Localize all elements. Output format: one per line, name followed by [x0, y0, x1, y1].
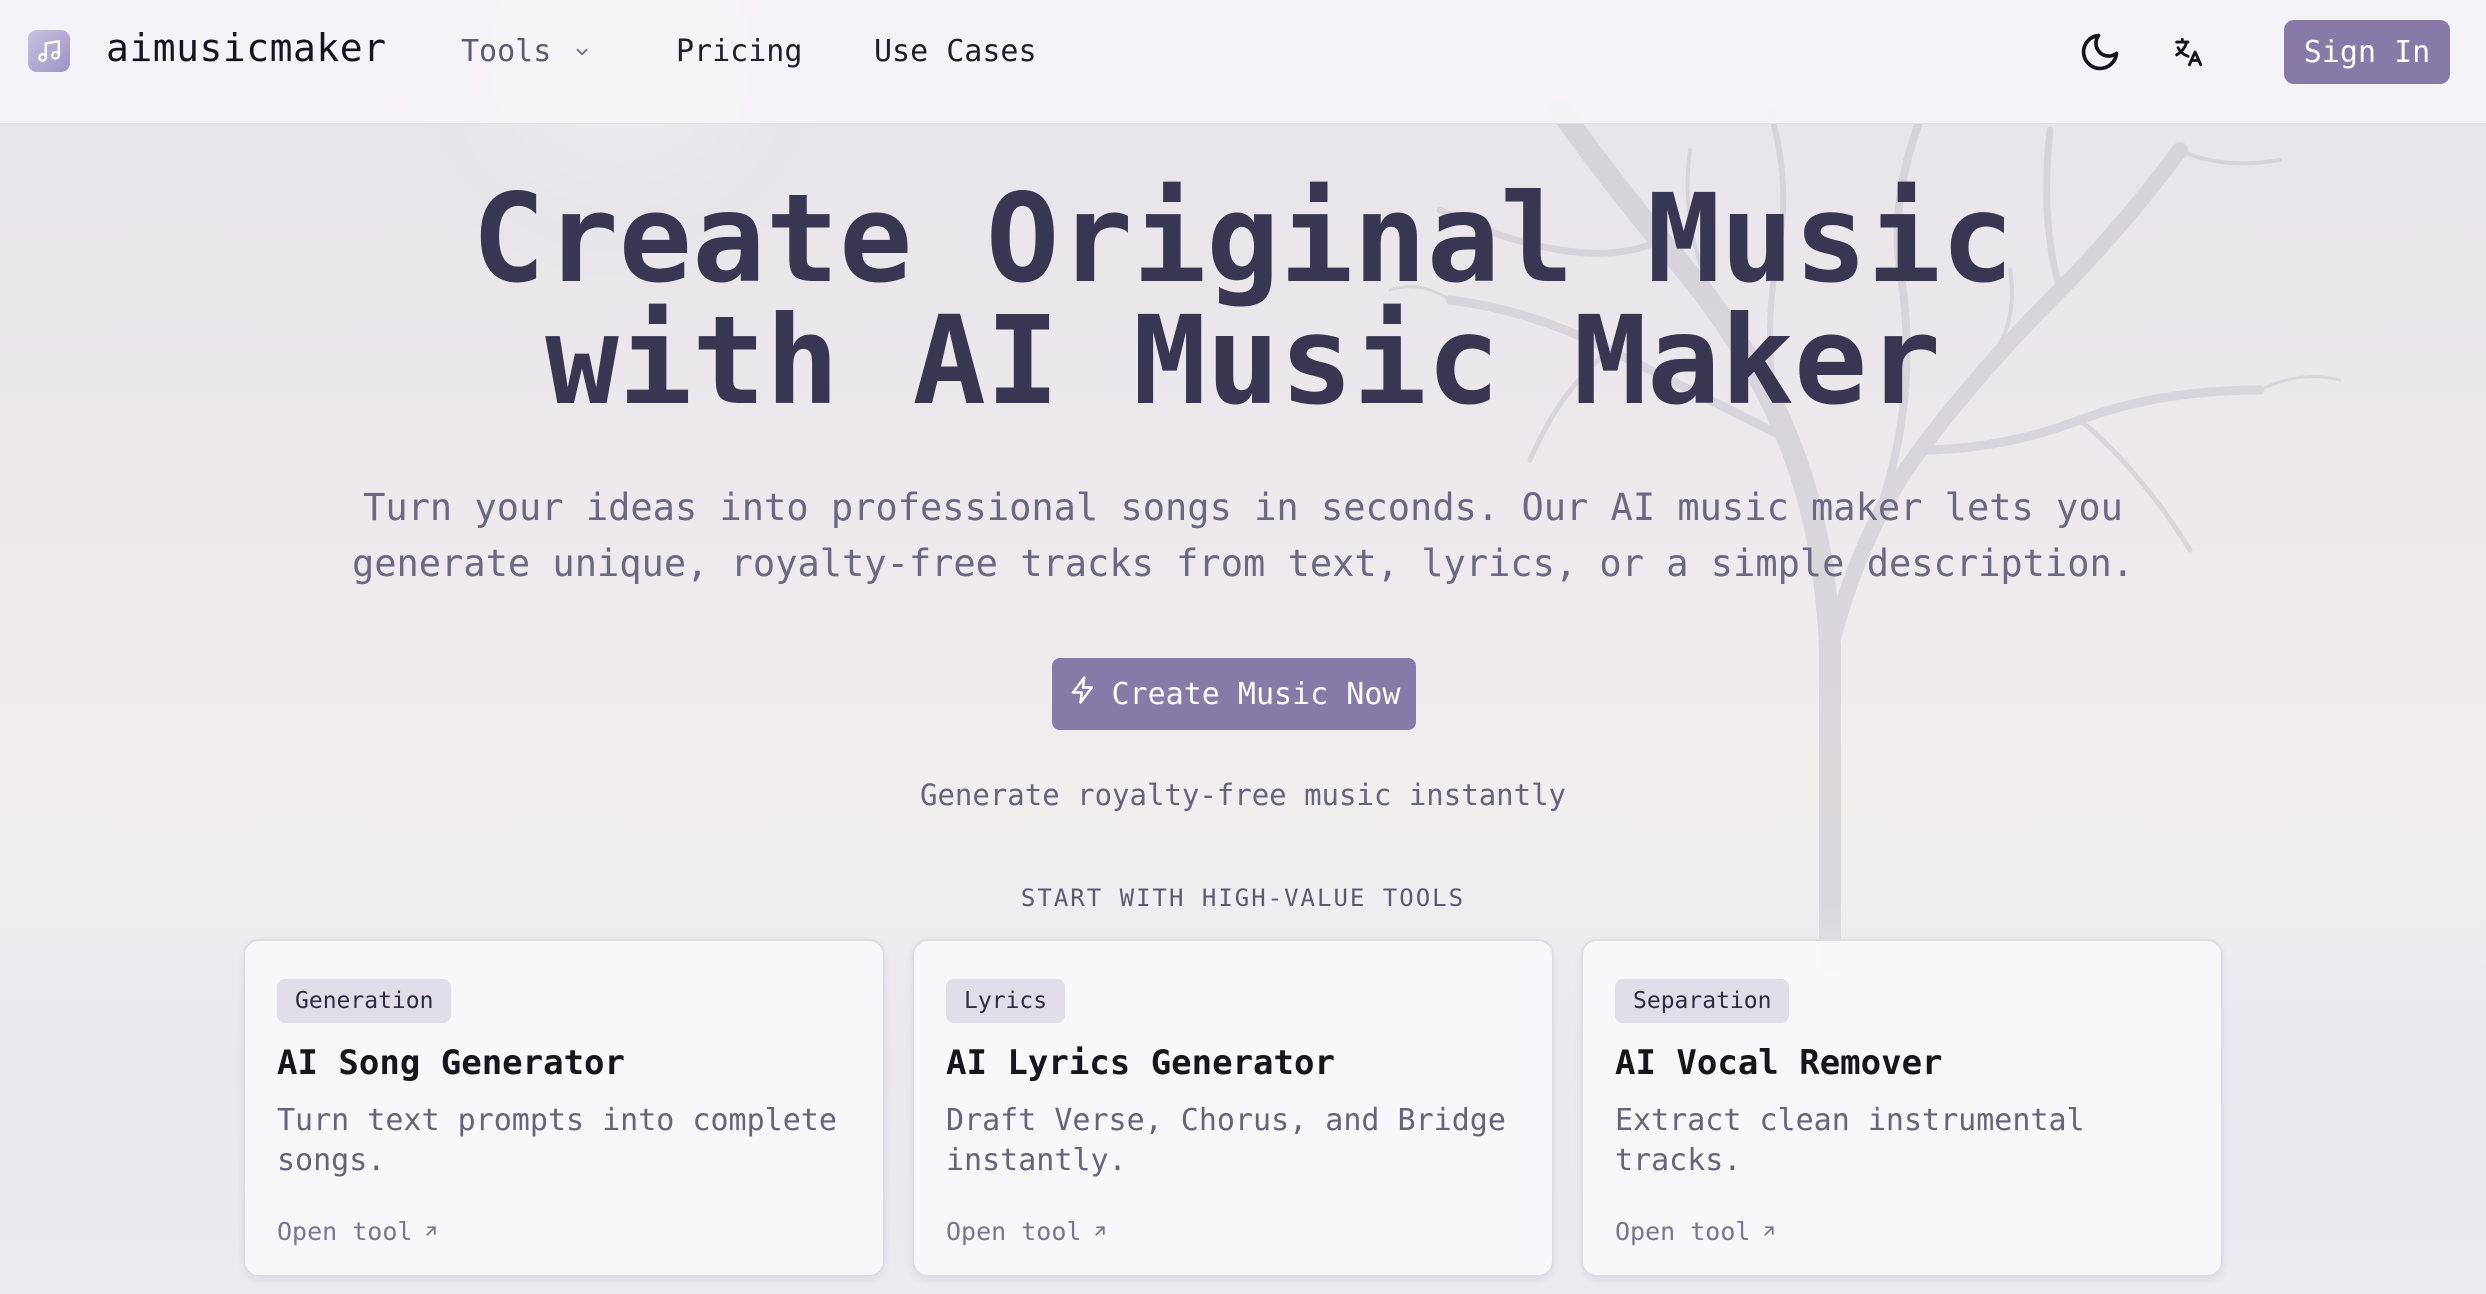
card-description: Turn text prompts into complete songs.: [277, 1103, 837, 1178]
open-tool-link[interactable]: Open tool: [1615, 1217, 1778, 1246]
nav-tools-dropdown[interactable]: Tools: [461, 34, 591, 69]
create-music-now-button[interactable]: Create Music Now: [1052, 658, 1416, 730]
brand-logo-text[interactable]: aimusicmaker: [106, 26, 387, 70]
open-tool-link[interactable]: Open tool: [277, 1217, 440, 1246]
arrow-up-right-icon: [1760, 1217, 1778, 1246]
hero-subtitle-line-1: Turn your ideas into professional songs …: [363, 486, 2123, 529]
card-badge: Lyrics: [946, 979, 1066, 1023]
hero-title-line-2: with AI Music Maker: [545, 290, 1941, 432]
moon-icon[interactable]: [2076, 28, 2124, 76]
tool-card-ai-song-generator[interactable]: Generation AI Song Generator Turn text p…: [243, 939, 885, 1277]
card-title: AI Song Generator: [277, 1043, 625, 1083]
sign-in-button[interactable]: Sign In: [2284, 20, 2450, 84]
chevron-down-icon: [573, 34, 591, 69]
card-badge: Generation: [277, 979, 452, 1023]
translate-icon[interactable]: [2164, 28, 2212, 76]
nav-use-cases-link[interactable]: Use Cases: [874, 34, 1037, 69]
card-title: AI Vocal Remover: [1615, 1043, 1943, 1083]
nav-pricing-link[interactable]: Pricing: [676, 34, 802, 69]
hero-title: Create Original Music with AI Music Make…: [0, 178, 2486, 422]
open-tool-link[interactable]: Open tool: [946, 1217, 1109, 1246]
nav-tools-label: Tools: [461, 34, 552, 69]
tool-card-ai-lyrics-generator[interactable]: Lyrics AI Lyrics Generator Draft Verse, …: [912, 939, 1554, 1277]
tool-card-ai-vocal-remover[interactable]: Separation AI Vocal Remover Extract clea…: [1581, 939, 2223, 1277]
hero-subtitle-line-2: generate unique, royalty-free tracks fro…: [351, 542, 2135, 585]
card-description: Draft Verse, Chorus, and Bridge instantl…: [946, 1103, 1506, 1178]
cta-note: Generate royalty-free music instantly: [919, 778, 1566, 812]
card-description: Extract clean instrumental tracks.: [1615, 1103, 2085, 1178]
create-music-now-label: Create Music Now: [1111, 676, 1401, 712]
tools-section-label: START WITH HIGH-VALUE TOOLS: [1020, 884, 1466, 912]
card-badge: Separation: [1615, 979, 1790, 1023]
open-tool-label: Open tool: [1615, 1217, 1751, 1246]
lightning-icon: [1068, 675, 1098, 713]
hero-subtitle: Turn your ideas into professional songs …: [343, 480, 2143, 592]
open-tool-label: Open tool: [277, 1217, 413, 1246]
top-navigation-bar: aimusicmaker Tools Pricing Use Cases Sig…: [0, 0, 2486, 124]
music-note-icon[interactable]: [28, 30, 70, 72]
arrow-up-right-icon: [422, 1217, 440, 1246]
arrow-up-right-icon: [1091, 1217, 1109, 1246]
card-title: AI Lyrics Generator: [946, 1043, 1335, 1083]
hero-title-line-1: Create Original Music: [471, 168, 2015, 310]
open-tool-label: Open tool: [946, 1217, 1082, 1246]
